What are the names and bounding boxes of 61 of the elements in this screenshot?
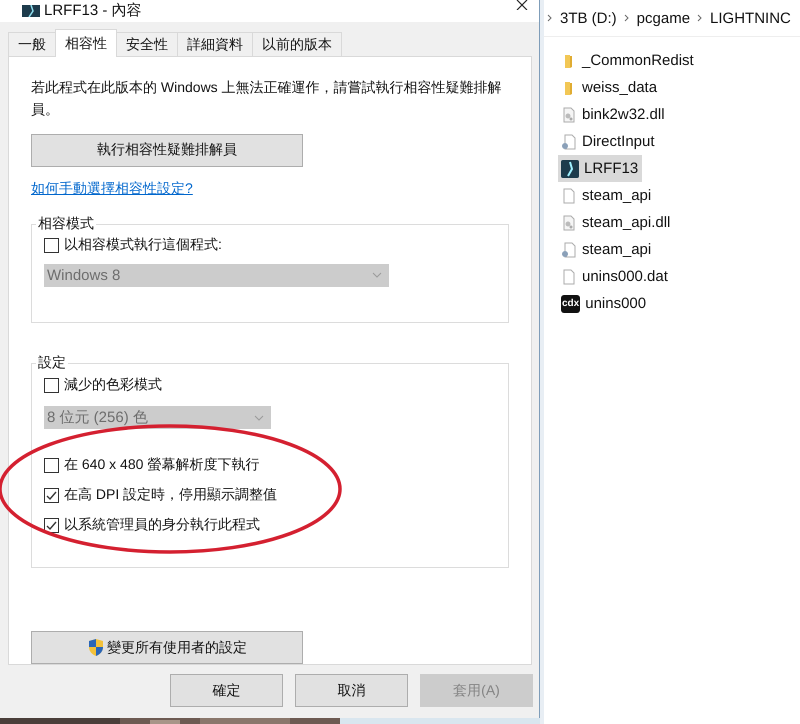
- app-icon: [561, 160, 579, 178]
- chevron-icon: [624, 14, 630, 22]
- app-icon: [22, 5, 40, 17]
- file-name: unins000.dat: [582, 268, 668, 285]
- checkbox[interactable]: [44, 378, 59, 393]
- checkbox-label: 在高 DPI 設定時，停用顯示調整值: [64, 486, 278, 504]
- tab[interactable]: 以前的版本: [252, 32, 342, 56]
- group-title: 相容模式: [36, 214, 96, 232]
- dialog-button[interactable]: 確定: [170, 674, 283, 707]
- file-item[interactable]: weiss_data: [558, 74, 662, 101]
- troubleshooter-button[interactable]: 執行相容性疑難排解員: [31, 134, 303, 167]
- file-name: steam_api: [582, 241, 652, 258]
- file-item[interactable]: bink2w32.dll: [558, 101, 669, 128]
- gear-file-icon: [561, 214, 577, 230]
- tab[interactable]: 一般: [8, 32, 56, 56]
- cdx-icon: cdx: [561, 294, 580, 312]
- tab[interactable]: 相容性: [55, 29, 117, 57]
- chevron-icon: [254, 414, 264, 421]
- settings-file-icon: [561, 134, 577, 150]
- file-name: bink2w32.dll: [582, 106, 665, 123]
- shield-icon: [87, 638, 105, 658]
- file-item[interactable]: DirectInput: [558, 128, 659, 155]
- chevron-icon: [697, 14, 704, 22]
- file-name: weiss_data: [582, 79, 658, 96]
- checkbox-label: 在 640 x 480 螢幕解析度下執行: [64, 456, 260, 474]
- help-link[interactable]: 如何手動選擇相容性設定?: [31, 180, 193, 198]
- file-item[interactable]: steam_api: [558, 236, 656, 263]
- file-item[interactable]: steam_api: [558, 182, 656, 209]
- file-name: DirectInput: [582, 133, 655, 150]
- breadcrumb-item[interactable]: pcgame: [636, 10, 690, 26]
- chevron-icon: [547, 14, 553, 22]
- settings-file-icon: [561, 242, 577, 258]
- file-name: steam_api.dll: [582, 214, 670, 231]
- close-icon[interactable]: [515, 0, 529, 10]
- intro-text: 若此程式在此版本的 Windows 上無法正確運作，請嘗試執行相容性疑難排解員。: [31, 78, 503, 119]
- file-item[interactable]: LRFF13: [558, 155, 642, 182]
- file-icon: [561, 268, 577, 284]
- gear-file-icon: [561, 106, 577, 122]
- checkbox-label: 以系統管理員的身分執行此程式: [64, 516, 260, 534]
- checkbox[interactable]: [44, 518, 59, 533]
- file-icon: [561, 188, 577, 204]
- dialog-button[interactable]: 取消: [295, 674, 408, 707]
- file-name: unins000: [585, 295, 646, 312]
- file-name: _CommonRedist: [582, 52, 694, 69]
- breadcrumb-item[interactable]: LIGHTNINC: [710, 10, 791, 26]
- checkbox[interactable]: [44, 488, 59, 503]
- file-item[interactable]: _CommonRedist: [558, 47, 698, 74]
- checkbox-label: 以相容模式執行這個程式:: [64, 236, 222, 254]
- file-name: steam_api: [582, 187, 652, 204]
- checkbox[interactable]: [44, 458, 59, 473]
- change-all-users-button[interactable]: 變更所有使用者的設定: [31, 631, 303, 664]
- chevron-icon: [372, 272, 382, 278]
- file-item[interactable]: unins000.dat: [558, 263, 672, 290]
- file-item[interactable]: cdx unins000: [558, 290, 650, 317]
- group-title: 設定: [36, 353, 68, 372]
- window-title: LRFF13 - 內容: [44, 2, 142, 20]
- checkbox-label: 減少的色彩模式: [64, 376, 162, 394]
- checkbox[interactable]: [44, 238, 59, 253]
- file-name: LRFF13: [584, 160, 638, 177]
- file-item[interactable]: steam_api.dll: [558, 209, 674, 236]
- breadcrumb-item[interactable]: 3TB (D:): [560, 10, 617, 26]
